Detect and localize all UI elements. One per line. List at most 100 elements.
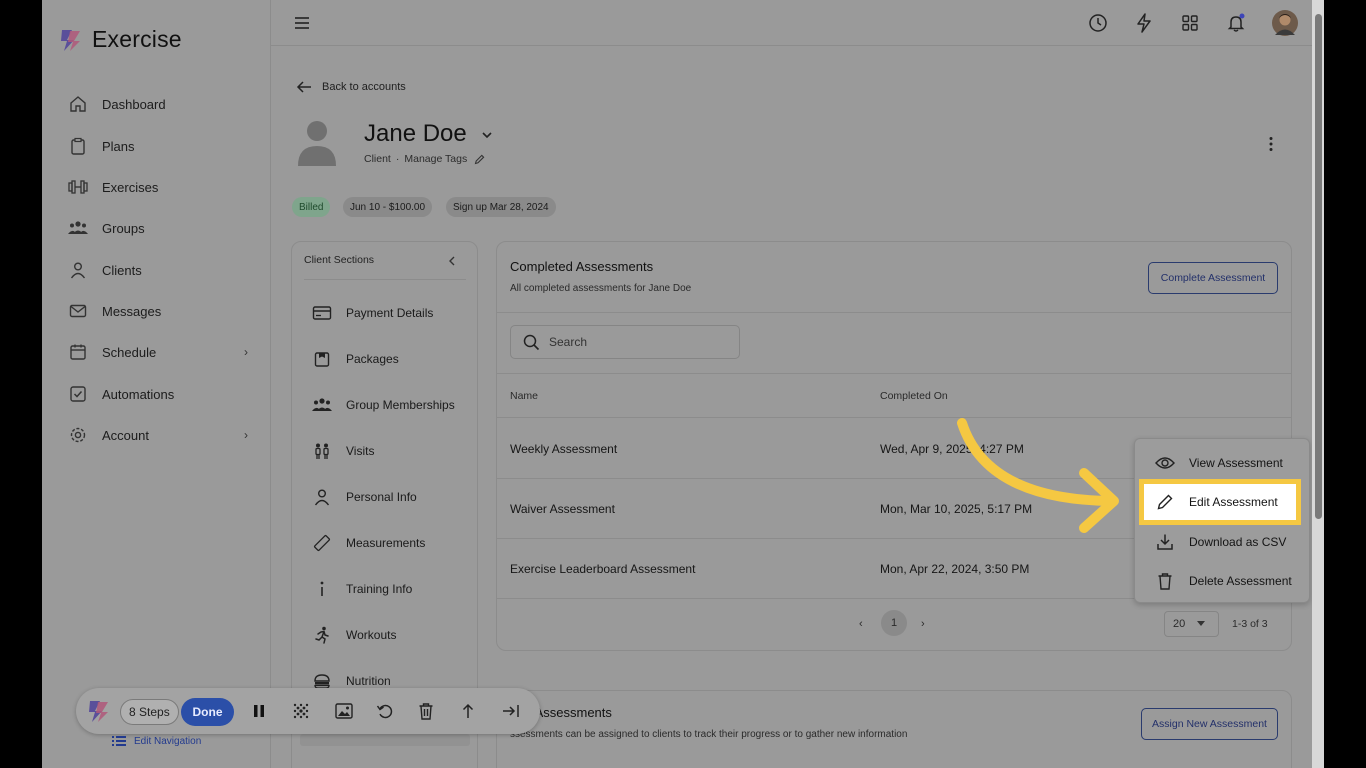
chevron-right-icon: › bbox=[244, 428, 248, 442]
sidebar-item-account[interactable]: Account › bbox=[68, 423, 248, 447]
done-button[interactable]: Done bbox=[181, 698, 234, 726]
package-icon bbox=[312, 349, 332, 369]
sidebar-item-messages[interactable]: Messages bbox=[68, 299, 248, 323]
home-icon bbox=[68, 94, 88, 114]
edit-navigation-label: Edit Navigation bbox=[134, 735, 202, 747]
table-row-name[interactable]: Waiver Assessment bbox=[510, 502, 615, 516]
recorder-logo-icon bbox=[86, 698, 112, 724]
pause-icon[interactable] bbox=[248, 700, 270, 722]
section-measurements[interactable]: Measurements bbox=[312, 532, 425, 554]
table-row-name[interactable]: Exercise Leaderboard Assessment bbox=[510, 562, 695, 576]
dumbbell-icon bbox=[68, 177, 88, 197]
column-header-name[interactable]: Name bbox=[510, 390, 538, 402]
section-packages[interactable]: Packages bbox=[312, 348, 399, 370]
edit-navigation-link[interactable]: Edit Navigation bbox=[112, 735, 201, 747]
sidebar-item-clients[interactable]: Clients bbox=[68, 258, 248, 282]
info-icon bbox=[312, 579, 332, 599]
eye-icon bbox=[1155, 453, 1175, 473]
sidebar-item-label: Messages bbox=[102, 303, 162, 319]
sidebar-item-plans[interactable]: Plans bbox=[68, 134, 248, 158]
bell-icon[interactable] bbox=[1225, 12, 1247, 34]
exit-arrow-icon[interactable] bbox=[500, 700, 522, 722]
trash-icon[interactable] bbox=[415, 700, 437, 722]
prev-page-icon[interactable]: ‹ bbox=[859, 618, 863, 630]
share-up-icon[interactable] bbox=[457, 700, 479, 722]
sidebar-item-label: Schedule bbox=[102, 344, 157, 360]
per-page-select[interactable]: 20 bbox=[1164, 611, 1219, 637]
client-role: Client bbox=[364, 153, 391, 165]
collapse-chevron-icon[interactable] bbox=[447, 255, 457, 267]
menu-item-download-csv[interactable]: Download as CSV bbox=[1135, 529, 1311, 555]
table-row-name[interactable]: Weekly Assessment bbox=[510, 442, 617, 456]
column-header-completed-on[interactable]: Completed On bbox=[880, 390, 948, 402]
next-page-icon[interactable]: › bbox=[921, 618, 925, 630]
pencil-icon[interactable] bbox=[474, 154, 485, 165]
page-number[interactable]: 1 bbox=[881, 610, 907, 636]
client-sections-title: Client Sections bbox=[304, 254, 375, 266]
calendar-icon bbox=[68, 342, 88, 362]
more-vertical-icon[interactable] bbox=[1268, 136, 1274, 152]
avatar[interactable] bbox=[1271, 9, 1299, 37]
manage-tags-link[interactable]: Manage Tags bbox=[404, 153, 467, 165]
visits-icon bbox=[312, 441, 332, 461]
section-group-memberships[interactable]: Group Memberships bbox=[312, 394, 455, 416]
menu-item-delete-assessment[interactable]: Delete Assessment bbox=[1135, 568, 1311, 594]
menu-item-label: Edit Assessment bbox=[1189, 495, 1278, 509]
section-visits[interactable]: Visits bbox=[312, 440, 374, 462]
complete-assessment-button[interactable]: Complete Assessment bbox=[1148, 262, 1278, 294]
clipboard-icon bbox=[68, 136, 88, 156]
pencil-icon bbox=[1155, 492, 1175, 512]
section-item-partial bbox=[300, 734, 470, 746]
status-badge-billed: Billed bbox=[292, 197, 331, 217]
user-icon bbox=[68, 260, 88, 280]
section-label: Measurements bbox=[346, 536, 426, 550]
top-bar bbox=[271, 0, 1324, 46]
search-input[interactable]: Search bbox=[510, 325, 740, 359]
menu-item-view-assessment[interactable]: View Assessment bbox=[1135, 450, 1311, 476]
download-icon bbox=[1155, 532, 1175, 552]
range-text: 1-3 of 3 bbox=[1232, 618, 1268, 630]
sidebar-item-label: Clients bbox=[102, 262, 142, 278]
sidebar-item-schedule[interactable]: Schedule › bbox=[68, 340, 248, 364]
check-square-icon bbox=[68, 384, 88, 404]
mail-icon bbox=[68, 301, 88, 321]
arrow-left-icon bbox=[296, 80, 312, 94]
clock-icon[interactable] bbox=[1087, 12, 1109, 34]
assign-new-assessment-button[interactable]: Assign New Assessment bbox=[1141, 708, 1278, 740]
section-label: Payment Details bbox=[346, 306, 434, 320]
sidebar: Exercise Dashboard Plans Exercises Group… bbox=[42, 0, 271, 768]
logo-icon bbox=[58, 27, 84, 53]
divider bbox=[497, 373, 1291, 374]
client-name-dropdown[interactable]: Jane Doe bbox=[364, 120, 493, 148]
section-training-info[interactable]: Training Info bbox=[312, 578, 412, 600]
recorder-toolbar: 8 Steps Done bbox=[76, 688, 540, 734]
brand[interactable]: Exercise bbox=[58, 26, 182, 53]
scrollbar[interactable] bbox=[1312, 0, 1324, 768]
back-to-accounts-link[interactable]: Back to accounts bbox=[296, 80, 406, 94]
sidebar-item-exercises[interactable]: Exercises bbox=[68, 175, 248, 199]
menu-icon[interactable] bbox=[291, 12, 313, 34]
sidebar-item-label: Automations bbox=[102, 386, 175, 402]
divider bbox=[497, 312, 1291, 313]
menu-item-edit-assessment[interactable]: Edit Assessment bbox=[1139, 479, 1301, 525]
section-payment-details[interactable]: Payment Details bbox=[312, 302, 433, 324]
steps-count-badge[interactable]: 8 Steps bbox=[120, 699, 179, 725]
sidebar-item-label: Plans bbox=[102, 138, 135, 154]
scrollbar-thumb[interactable] bbox=[1315, 14, 1322, 519]
sidebar-item-label: Exercises bbox=[102, 179, 159, 195]
menu-item-label: Delete Assessment bbox=[1189, 574, 1292, 588]
sidebar-item-dashboard[interactable]: Dashboard bbox=[68, 92, 248, 116]
section-workouts[interactable]: Workouts bbox=[312, 624, 396, 646]
apps-grid-icon[interactable] bbox=[1179, 12, 1201, 34]
undo-icon[interactable] bbox=[374, 700, 396, 722]
chevron-down-icon bbox=[481, 130, 493, 140]
blur-icon[interactable] bbox=[290, 700, 312, 722]
search-placeholder: Search bbox=[549, 335, 588, 349]
client-name: Jane Doe bbox=[364, 120, 467, 147]
image-icon[interactable] bbox=[333, 700, 355, 722]
user-icon bbox=[312, 487, 332, 507]
sidebar-item-automations[interactable]: Automations bbox=[68, 382, 248, 406]
section-personal-info[interactable]: Personal Info bbox=[312, 486, 417, 508]
lightning-icon[interactable] bbox=[1133, 12, 1155, 34]
sidebar-item-groups[interactable]: Groups bbox=[68, 216, 248, 240]
